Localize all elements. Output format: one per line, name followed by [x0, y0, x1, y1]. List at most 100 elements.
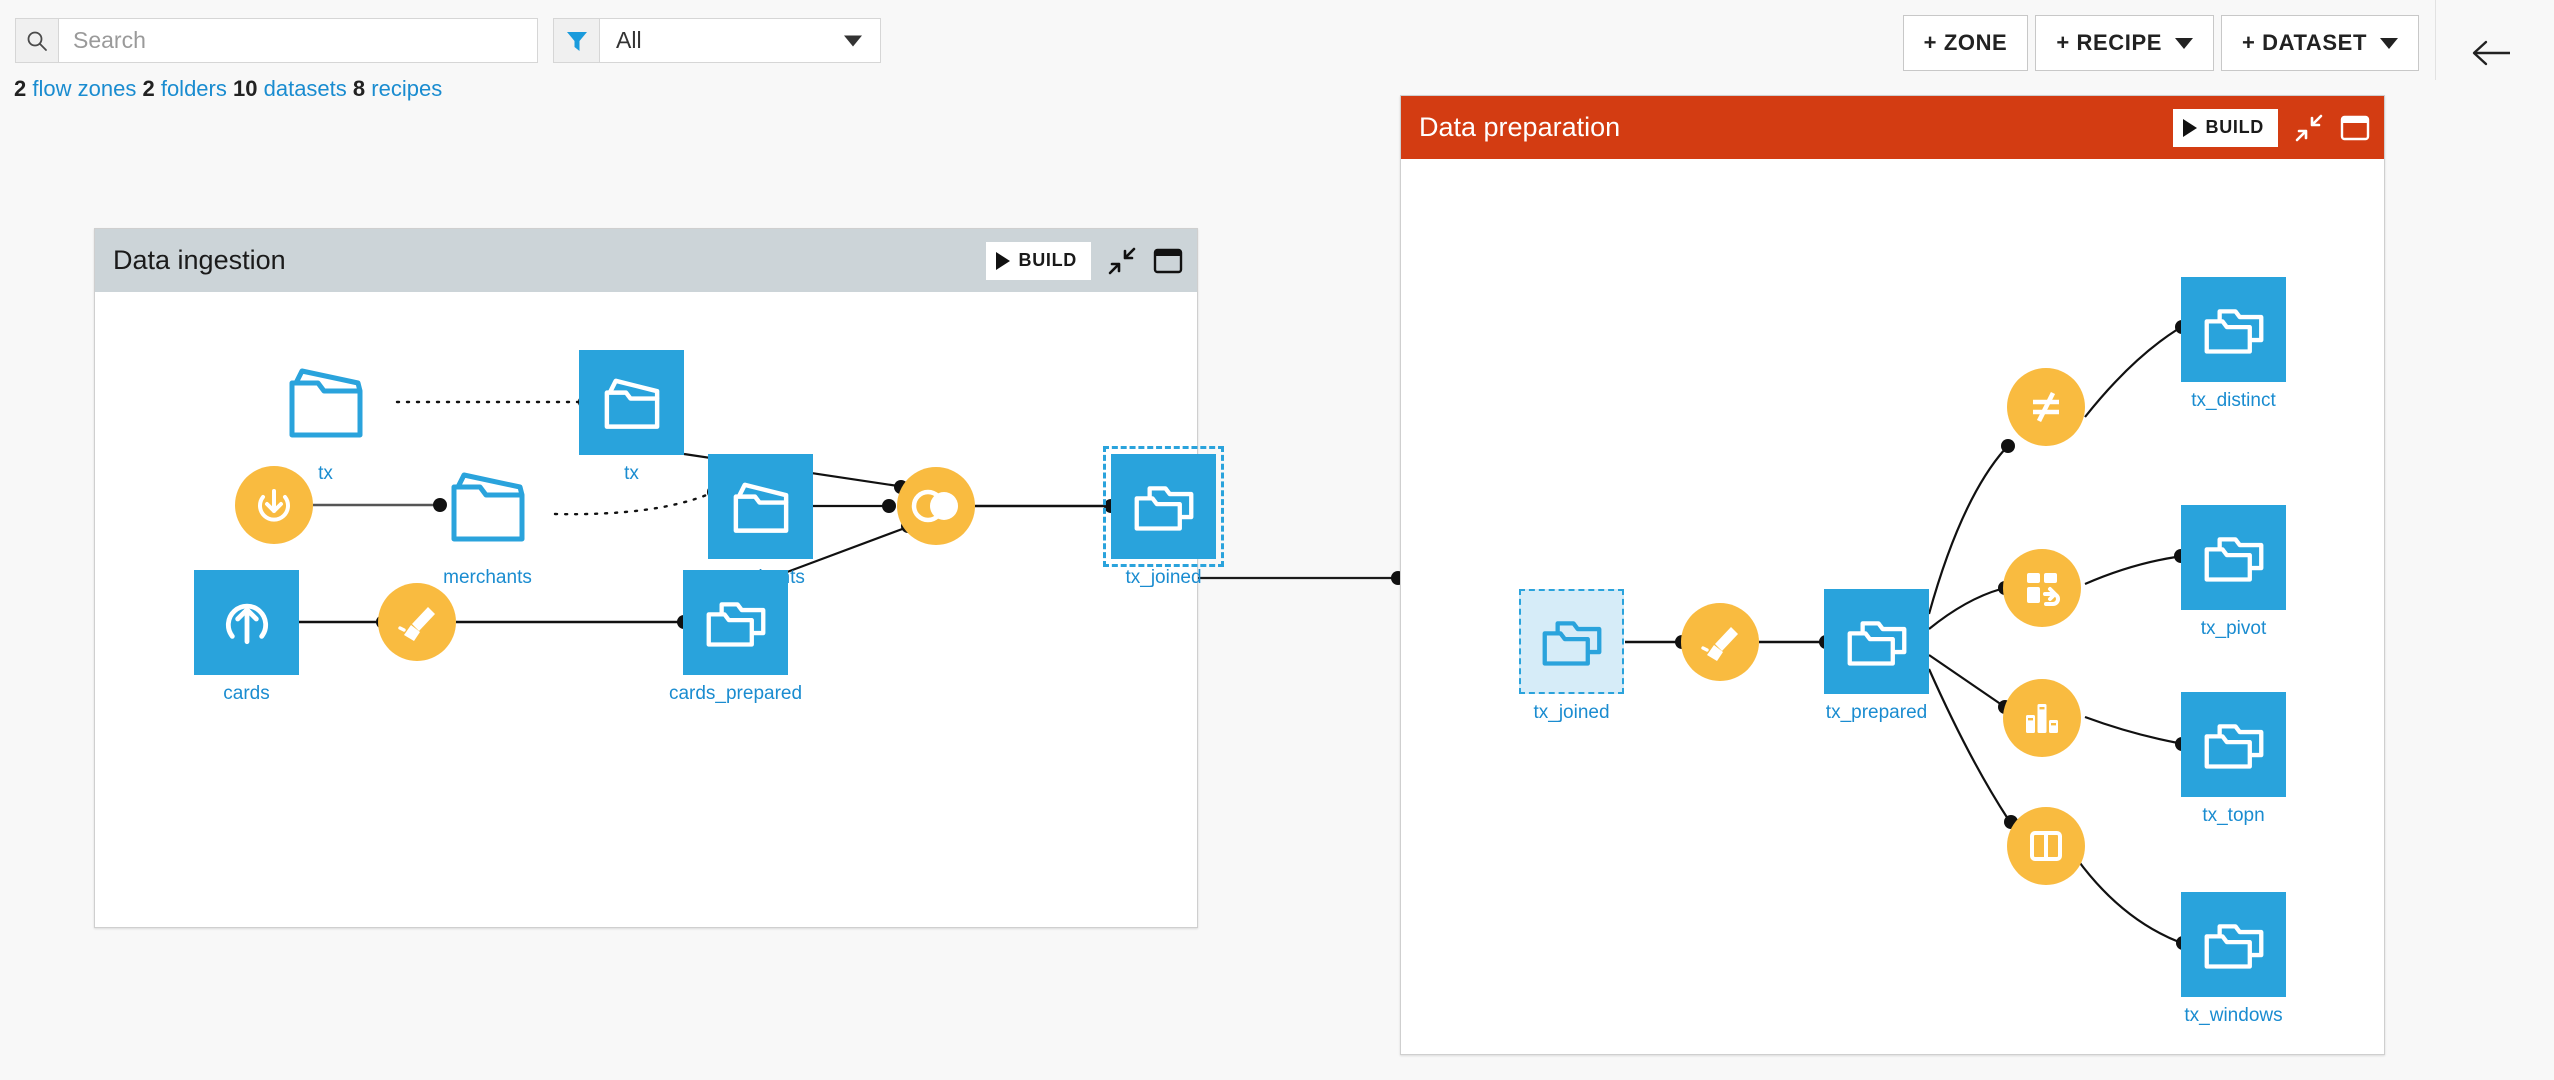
- node-tx-joined-reference[interactable]: tx_joined: [1519, 589, 1624, 723]
- add-recipe-label: + RECIPE: [2056, 30, 2163, 55]
- zone-title: Data ingestion: [113, 245, 286, 275]
- node-label: tx_topn: [2202, 805, 2265, 826]
- build-button[interactable]: BUILD: [985, 241, 1091, 280]
- filter-select[interactable]: All: [599, 18, 881, 63]
- broom-recipe-icon: [392, 597, 442, 647]
- download-recipe-icon: [250, 481, 298, 529]
- node-cards-dataset[interactable]: cards: [194, 570, 299, 704]
- folders-icon: [1824, 589, 1929, 694]
- folders-icon: [2181, 692, 2286, 797]
- add-zone-label: + ZONE: [1923, 30, 2008, 55]
- recipe-join[interactable]: [897, 467, 975, 545]
- node-tx-joined[interactable]: tx_joined: [1103, 446, 1224, 588]
- build-button[interactable]: BUILD: [2172, 108, 2278, 147]
- node-tx-source[interactable]: tx: [273, 350, 378, 484]
- add-dataset-label: + DATASET: [2242, 30, 2367, 55]
- node-merchants-dataset[interactable]: merchants: [708, 454, 813, 588]
- node-label: tx_windows: [2184, 1005, 2283, 1026]
- zone-data-preparation[interactable]: Data preparation BUILD tx_joined tx_prep…: [1400, 95, 2385, 1055]
- zone-header: Data preparation BUILD: [1401, 96, 2384, 159]
- toolbar: All 2 flow zones 2 folders 10 datasets 8…: [0, 0, 2554, 101]
- node-tx-dataset[interactable]: tx: [579, 350, 684, 484]
- node-label: tx_prepared: [1825, 702, 1928, 723]
- play-icon: [995, 251, 1010, 270]
- folder-upload-icon: [273, 350, 378, 455]
- zone-actions: BUILD: [2172, 108, 2371, 147]
- upload-arrow-icon: [194, 570, 299, 675]
- flow-zones-link[interactable]: flow zones: [32, 76, 136, 101]
- folders-count: 2: [142, 76, 155, 101]
- zone-body: tx_joined tx_prepared tx_distinct tx_piv…: [1401, 159, 2384, 1055]
- chevron-down-icon: [2380, 37, 2398, 49]
- topn-recipe-icon: [2020, 696, 2064, 740]
- filter-icon[interactable]: [553, 18, 599, 63]
- search-box: [15, 18, 538, 63]
- folder-upload-icon: [579, 350, 684, 455]
- node-label: tx_joined: [1533, 702, 1610, 723]
- build-label: BUILD: [1018, 250, 1077, 270]
- node-merchants-source[interactable]: merchants: [435, 454, 540, 588]
- zone-actions: BUILD: [985, 241, 1184, 280]
- folder-upload-icon: [708, 454, 813, 559]
- node-tx-pivot[interactable]: tx_pivot: [2181, 505, 2286, 639]
- zone-header: Data ingestion BUILD: [95, 229, 1197, 292]
- zone-title: Data preparation: [1419, 112, 1621, 142]
- recipes-link[interactable]: recipes: [371, 76, 442, 101]
- broom-recipe-icon: [1695, 617, 1745, 667]
- filter-selected-value: All: [616, 27, 642, 53]
- zone-data-ingestion[interactable]: Data ingestion BUILD tx tx merchants car…: [94, 228, 1224, 928]
- window-icon[interactable]: [2340, 115, 2370, 141]
- node-label: cards: [223, 683, 270, 704]
- recipe-distinct[interactable]: [2007, 368, 2085, 446]
- datasets-count: 10: [233, 76, 258, 101]
- join-recipe-icon: [909, 486, 963, 526]
- node-label: tx: [318, 463, 333, 484]
- chevron-down-icon: [2175, 37, 2194, 49]
- recipe-download-sync[interactable]: [235, 466, 313, 544]
- node-label: tx_joined: [1125, 567, 1202, 588]
- recipe-window[interactable]: [2007, 807, 2085, 885]
- recipe-prepare[interactable]: [378, 583, 456, 661]
- window-recipe-icon: [2024, 824, 2068, 868]
- flow-canvas: All 2 flow zones 2 folders 10 datasets 8…: [0, 0, 2554, 1080]
- add-recipe-button[interactable]: + RECIPE: [2035, 15, 2215, 71]
- collapse-icon[interactable]: [2294, 113, 2324, 143]
- folders-icon: [2181, 277, 2286, 382]
- flow-stats: 2 flow zones 2 folders 10 datasets 8 rec…: [14, 76, 442, 102]
- folders-icon: [1103, 446, 1224, 567]
- recipe-pivot[interactable]: [2003, 549, 2081, 627]
- node-tx-topn[interactable]: tx_topn: [2181, 692, 2286, 826]
- pivot-recipe-icon: [2020, 566, 2064, 610]
- build-label: BUILD: [2205, 117, 2264, 137]
- node-label: cards_prepared: [668, 683, 803, 704]
- play-icon: [2182, 118, 2197, 137]
- chevron-down-icon: [844, 35, 862, 46]
- folder-upload-icon: [435, 454, 540, 559]
- search-input[interactable]: [58, 18, 538, 63]
- node-label: tx: [624, 463, 639, 484]
- node-tx-distinct[interactable]: tx_distinct: [2181, 277, 2286, 411]
- node-label: merchants: [443, 567, 532, 588]
- filter-control: All: [553, 18, 881, 63]
- collapse-icon[interactable]: [1107, 246, 1137, 276]
- folders-icon: [2181, 892, 2286, 997]
- node-cards-prepared[interactable]: cards_prepared: [669, 570, 802, 704]
- distinct-recipe-icon: [2024, 385, 2068, 429]
- folders-icon: [1519, 589, 1624, 694]
- datasets-link[interactable]: datasets: [264, 76, 347, 101]
- node-label: tx_distinct: [2191, 390, 2276, 411]
- recipe-topn[interactable]: [2003, 679, 2081, 757]
- node-tx-windows[interactable]: tx_windows: [2181, 892, 2286, 1026]
- node-tx-prepared[interactable]: tx_prepared: [1824, 589, 1929, 723]
- search-icon[interactable]: [15, 18, 58, 63]
- flow-zones-count: 2: [14, 76, 27, 101]
- folders-icon: [2181, 505, 2286, 610]
- node-label: tx_pivot: [2200, 618, 2267, 639]
- recipe-prepare[interactable]: [1681, 603, 1759, 681]
- add-zone-button[interactable]: + ZONE: [1902, 15, 2029, 71]
- window-icon[interactable]: [1153, 248, 1183, 274]
- add-dataset-button[interactable]: + DATASET: [2221, 15, 2419, 71]
- arrow-left-icon[interactable]: [2468, 38, 2516, 68]
- folders-link[interactable]: folders: [161, 76, 227, 101]
- folders-icon: [683, 570, 788, 675]
